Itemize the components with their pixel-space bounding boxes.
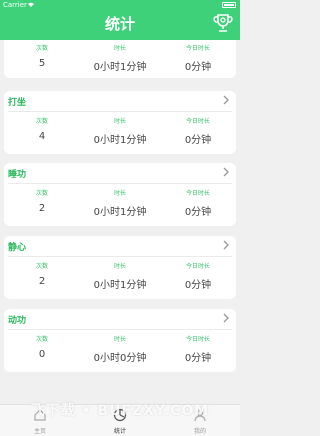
battery-icon bbox=[222, 2, 236, 8]
duration-label: 时长 bbox=[113, 190, 126, 197]
today-value: 0分钟 bbox=[184, 135, 212, 146]
today-label: 今日时长 bbox=[185, 118, 210, 125]
card-header[interactable]: 动功 bbox=[4, 309, 236, 329]
duration-value: 0小时1分钟 bbox=[93, 62, 147, 73]
page-title: 统计 bbox=[104, 15, 135, 33]
duration-value: 0小时1分钟 bbox=[93, 207, 147, 218]
count-value: 4 bbox=[38, 131, 46, 142]
duration-label: 时长 bbox=[113, 336, 126, 343]
card-header[interactable]: 静心 bbox=[4, 236, 236, 256]
watermark: 飞下载 • BUFZXY.COM bbox=[30, 403, 210, 419]
today-label: 今日时长 bbox=[185, 336, 210, 343]
card-divider bbox=[8, 111, 232, 112]
today-value: 0分钟 bbox=[184, 62, 212, 73]
count-value: 5 bbox=[38, 58, 46, 69]
today-label: 今日时长 bbox=[185, 263, 210, 270]
tab-label: 统计 bbox=[113, 428, 126, 435]
stats-card-calm[interactable]: 静心 次数 时长 今日时长 2 0小时1分钟 0分钟 bbox=[4, 236, 236, 299]
nav-header: Carrier 统计 bbox=[0, 0, 240, 40]
chevron-right-icon[interactable] bbox=[222, 240, 230, 250]
card-title: 打坐 bbox=[8, 98, 27, 108]
card-header[interactable]: 睡功 bbox=[4, 163, 236, 183]
count-value: 2 bbox=[38, 203, 46, 214]
carrier-label: Carrier bbox=[3, 1, 27, 9]
today-value: 0分钟 bbox=[184, 207, 212, 218]
tab-label: 我的 bbox=[193, 428, 206, 435]
duration-label: 时长 bbox=[113, 118, 126, 125]
count-label: 次数 bbox=[35, 190, 48, 197]
card-divider bbox=[8, 183, 232, 184]
duration-label: 时长 bbox=[113, 263, 126, 270]
chevron-right-icon[interactable] bbox=[222, 313, 230, 323]
stats-card-sleep[interactable]: 睡功 次数 时长 今日时长 2 0小时1分钟 0分钟 bbox=[4, 163, 236, 226]
count-label: 次数 bbox=[35, 118, 48, 125]
chevron-right-icon[interactable] bbox=[222, 95, 230, 105]
card-title: 静心 bbox=[8, 243, 27, 253]
trophy-icon[interactable] bbox=[212, 12, 234, 34]
stats-card-meditation[interactable]: 打坐 次数 时长 今日时长 4 0小时1分钟 0分钟 bbox=[4, 91, 236, 154]
count-label: 次数 bbox=[35, 45, 48, 52]
stats-card-movement[interactable]: 动功 次数 时长 今日时长 0 0小时0分钟 0分钟 bbox=[4, 309, 236, 372]
today-value: 0分钟 bbox=[184, 280, 212, 291]
duration-value: 0小时0分钟 bbox=[93, 353, 147, 364]
stats-card-total[interactable]: 次数 时长 今日时长 5 0小时1分钟 0分钟 bbox=[4, 40, 236, 78]
card-header[interactable]: 打坐 bbox=[4, 91, 236, 111]
tab-label: 主页 bbox=[33, 428, 46, 435]
count-label: 次数 bbox=[35, 263, 48, 270]
card-divider bbox=[8, 256, 232, 257]
duration-value: 0小时1分钟 bbox=[93, 280, 147, 291]
today-label: 今日时长 bbox=[185, 45, 210, 52]
duration-value: 0小时1分钟 bbox=[93, 135, 147, 146]
chevron-right-icon[interactable] bbox=[222, 167, 230, 177]
card-title: 动功 bbox=[8, 316, 27, 326]
today-value: 0分钟 bbox=[184, 353, 212, 364]
count-label: 次数 bbox=[35, 336, 48, 343]
wifi-icon bbox=[28, 2, 34, 7]
card-title: 睡功 bbox=[8, 170, 27, 180]
duration-label: 时长 bbox=[113, 45, 126, 52]
today-label: 今日时长 bbox=[185, 190, 210, 197]
status-bar: Carrier bbox=[0, 0, 240, 10]
count-value: 0 bbox=[38, 349, 46, 360]
card-divider bbox=[8, 329, 232, 330]
count-value: 2 bbox=[38, 276, 46, 287]
